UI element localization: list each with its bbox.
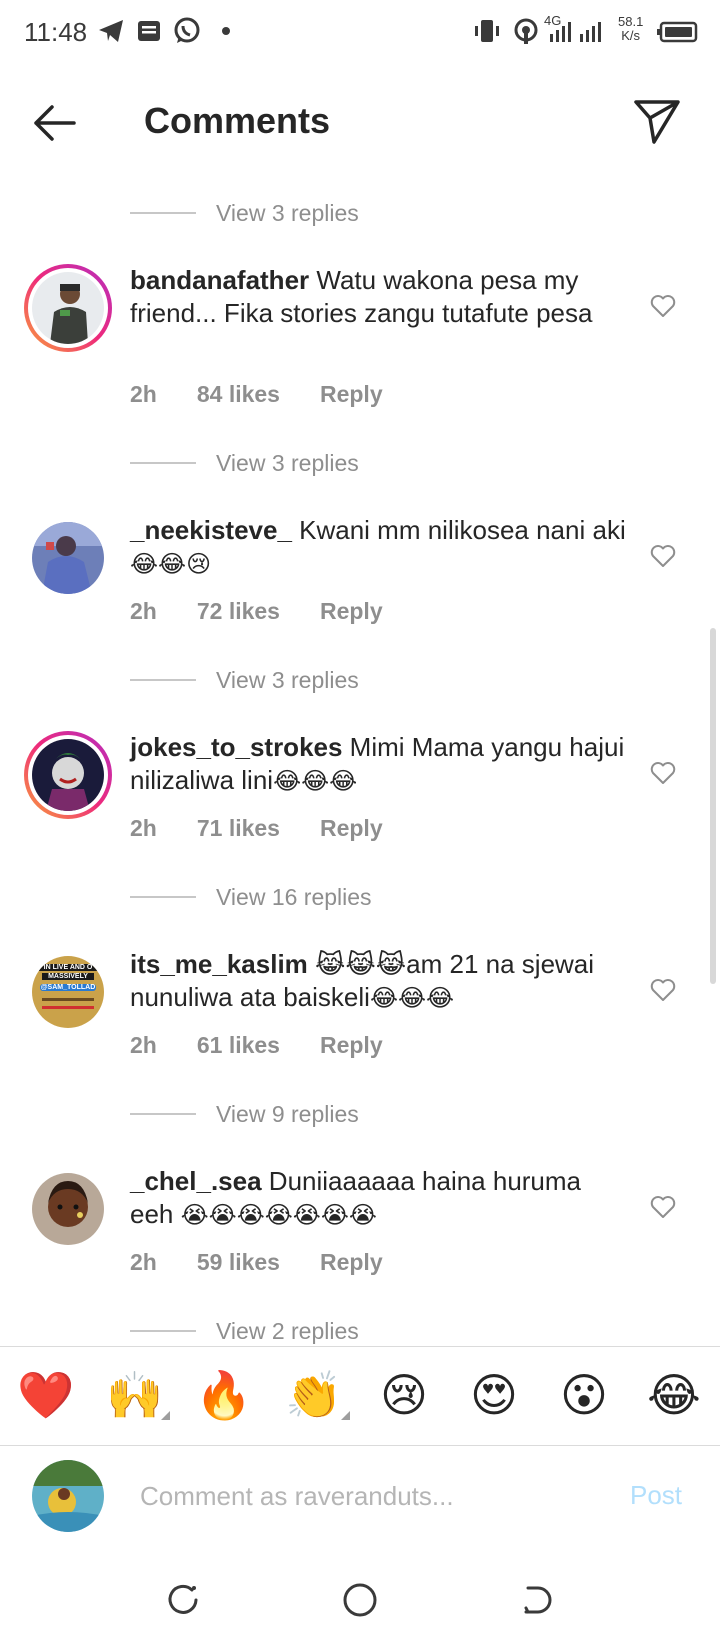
comment-time: 2h [130, 1032, 157, 1058]
comment-meta: 2h 59 likes Reply [130, 1249, 423, 1276]
replies-divider [130, 679, 196, 681]
battery-icon [657, 21, 698, 43]
heart-icon[interactable] [650, 978, 676, 1002]
reply-button[interactable]: Reply [320, 1249, 383, 1276]
avatar-image [32, 272, 104, 344]
signal-icon [550, 22, 601, 42]
system-nav-bar [0, 1560, 720, 1640]
skin-tone-indicator [161, 1411, 170, 1420]
avatar-image [32, 1173, 104, 1245]
replies-divider [130, 1330, 196, 1332]
dot-icon [222, 27, 230, 35]
comment-meta: 2h 71 likes Reply [130, 815, 423, 842]
view-replies-button[interactable]: View 3 replies [130, 446, 359, 480]
view-replies-button[interactable]: View 3 replies [130, 196, 359, 230]
comment-time: 2h [130, 815, 157, 841]
heart-icon[interactable] [650, 294, 676, 318]
emoji-surprised-button[interactable]: 😮 [554, 1365, 614, 1425]
hotspot-icon [514, 18, 538, 44]
user-avatar [32, 1460, 104, 1532]
comment-username[interactable]: _chel_.sea [130, 1166, 262, 1196]
scrollbar[interactable] [710, 628, 716, 984]
comment-text: jokes_to_strokes Mimi Mama yangu hajui n… [130, 732, 625, 795]
replies-divider [130, 896, 196, 898]
comment-likes[interactable]: 71 likes [197, 815, 280, 842]
avatar-image [32, 522, 104, 594]
avatar[interactable] [24, 264, 112, 352]
network-speed: 58.1 K/s [618, 14, 644, 43]
comment-time: 2h [130, 598, 157, 624]
comment-input[interactable] [140, 1470, 600, 1522]
emoji-raised-hands-button[interactable]: 🙌 [105, 1365, 165, 1425]
comment-text: its_me_kaslim 😹😹😹am 21 na sjewai nunuliw… [130, 949, 595, 1012]
replies-divider [130, 212, 196, 214]
reply-button[interactable]: Reply [320, 598, 383, 625]
emoji-clap-button[interactable]: 👏 [284, 1365, 344, 1425]
avatar-image [32, 739, 104, 811]
reply-button[interactable]: Reply [320, 381, 383, 408]
skin-tone-indicator [341, 1411, 350, 1420]
comment-likes[interactable]: 61 likes [197, 1032, 280, 1059]
status-bar: 11:48 4G 58.1 K/s [0, 0, 720, 66]
comment-text: bandanafather Watu wakona pesa my friend… [130, 265, 593, 328]
comment-username[interactable]: bandanafather [130, 265, 309, 295]
whatsapp-icon [174, 17, 200, 43]
post-button[interactable]: Post [630, 1480, 682, 1511]
heart-icon[interactable] [650, 1195, 676, 1219]
recent-apps-icon[interactable] [164, 1580, 204, 1620]
replies-divider [130, 1113, 196, 1115]
heart-icon[interactable] [650, 761, 676, 785]
emoji-heart-eyes-button[interactable]: 😍 [464, 1365, 524, 1425]
comment-meta: 2h 61 likes Reply [130, 1032, 423, 1059]
comment-time: 2h [130, 381, 157, 407]
emoji-fire-button[interactable]: 🔥 [194, 1365, 254, 1425]
reply-button[interactable]: Reply [320, 815, 383, 842]
paper-plane-icon[interactable] [632, 96, 682, 146]
home-icon[interactable] [340, 1580, 380, 1620]
view-replies-button[interactable]: View 3 replies [130, 663, 359, 697]
telegram-icon [99, 20, 123, 42]
comment-likes[interactable]: 84 likes [197, 381, 280, 408]
comment-text: _neekisteve_ Kwani mm nilikosea nani aki… [130, 515, 626, 578]
header: Comments [0, 66, 720, 176]
emoji-reactions-bar: ❤️ 🙌 🔥 👏 😢 😍 😮 😂 [0, 1346, 720, 1446]
comment-username[interactable]: _neekisteve_ [130, 515, 292, 545]
reply-button[interactable]: Reply [320, 1032, 383, 1059]
comment-likes[interactable]: 72 likes [197, 598, 280, 625]
page-title: Comments [144, 100, 331, 141]
status-time: 11:48 [24, 17, 88, 47]
comment-text: _chel_.sea Duniiaaaaaa haina huruma eeh … [130, 1166, 582, 1229]
replies-divider [130, 462, 196, 464]
back-arrow-icon[interactable] [30, 101, 80, 145]
comment-composer: Post [0, 1444, 720, 1558]
news-icon [138, 21, 160, 41]
heart-icon[interactable] [650, 544, 676, 568]
comment-username[interactable]: jokes_to_strokes [130, 732, 342, 762]
avatar[interactable]: IN LIVE AND O MASSIVELY @SAM_TOLLAD [24, 948, 112, 1036]
view-replies-button[interactable]: View 16 replies [130, 880, 372, 914]
view-replies-button[interactable]: View 9 replies [130, 1097, 359, 1131]
avatar[interactable] [24, 731, 112, 819]
back-icon[interactable] [516, 1580, 556, 1620]
avatar-image: IN LIVE AND O MASSIVELY @SAM_TOLLAD [32, 956, 104, 1028]
comment-meta: 2h 72 likes Reply [130, 598, 423, 625]
emoji-heart-button[interactable]: ❤️ [16, 1365, 76, 1425]
vibrate-icon [475, 20, 499, 42]
avatar[interactable] [24, 514, 112, 602]
comment-username[interactable]: its_me_kaslim [130, 949, 308, 979]
view-replies-button[interactable]: View 2 replies [130, 1314, 359, 1348]
emoji-crying-button[interactable]: 😢 [374, 1365, 434, 1425]
comment-time: 2h [130, 1249, 157, 1275]
emoji-laughing-button[interactable]: 😂 [644, 1365, 704, 1425]
comment-meta: 2h 84 likes Reply [130, 381, 423, 408]
comment-likes[interactable]: 59 likes [197, 1249, 280, 1276]
avatar[interactable] [24, 1165, 112, 1253]
